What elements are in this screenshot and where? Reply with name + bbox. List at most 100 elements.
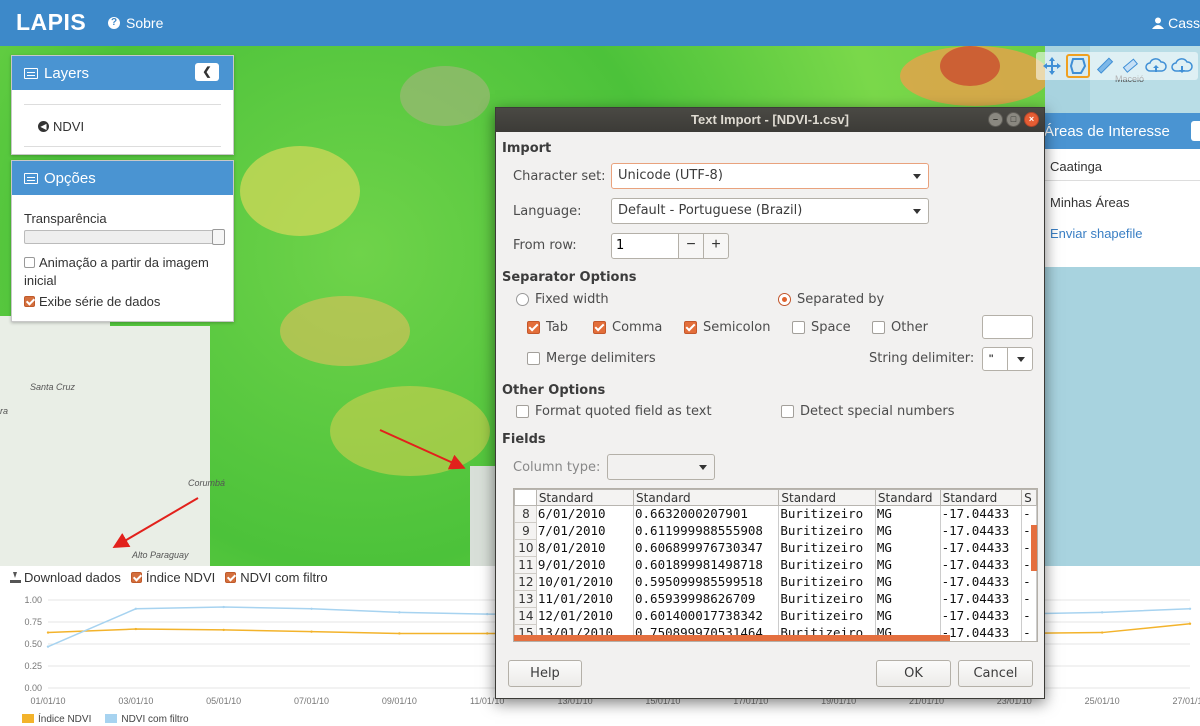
fixed-width-label[interactable]: Fixed width <box>535 292 609 307</box>
table-cell[interactable]: - <box>1021 607 1037 625</box>
table-row[interactable]: 11 9/01/2010 0.601899981498718 Buritizeiro M… <box>514 556 1037 574</box>
column-header[interactable]: Standard <box>939 489 1023 506</box>
row-number[interactable]: 13 <box>514 590 537 608</box>
table-row[interactable]: 13 11/01/2010 0.65939998626709 Buritizeiro M… <box>514 590 1037 608</box>
ndvi-index-toggle[interactable]: Índice NDVI <box>130 570 215 585</box>
table-cell[interactable]: MG <box>875 590 941 608</box>
table-cell[interactable]: - <box>1021 624 1037 641</box>
column-header[interactable]: Standard <box>778 489 876 506</box>
row-number[interactable]: 12 <box>514 573 537 591</box>
row-number[interactable]: 9 <box>514 522 537 540</box>
table-cell[interactable]: 7/01/2010 <box>536 522 635 540</box>
table-cell[interactable]: Buritizeiro <box>778 505 876 523</box>
series-checkbox[interactable] <box>24 296 35 307</box>
data-point[interactable] <box>486 612 489 616</box>
detect-special-checkbox[interactable] <box>781 405 794 418</box>
table-cell[interactable]: 11/01/2010 <box>536 590 635 608</box>
legend-ndvi-index[interactable]: Índice NDVI <box>22 714 91 725</box>
space-checkbox[interactable] <box>792 321 805 334</box>
collapse-layers-button[interactable]: ❮ <box>195 63 219 81</box>
table-cell[interactable]: MG <box>875 505 941 523</box>
area-select[interactable]: Caatinga <box>1040 153 1200 181</box>
close-button[interactable]: × <box>1024 112 1039 127</box>
about-link[interactable]: ? Sobre <box>108 15 163 31</box>
column-header[interactable]: Standard <box>535 489 635 506</box>
table-cell[interactable]: MG <box>875 522 941 540</box>
fixed-width-radio[interactable] <box>516 293 529 306</box>
table-cell[interactable]: 8/01/2010 <box>536 539 635 557</box>
data-point[interactable] <box>310 607 313 610</box>
data-point[interactable] <box>46 631 50 634</box>
separated-by-label[interactable]: Separated by <box>797 292 884 307</box>
table-cell[interactable]: -17.04433 <box>940 505 1023 523</box>
help-button[interactable]: Help <box>508 660 582 687</box>
data-point[interactable] <box>1100 631 1104 634</box>
data-point[interactable] <box>134 607 138 610</box>
table-row[interactable]: 10 8/01/2010 0.606899976730347 Buritizeiro M… <box>514 539 1037 557</box>
minimize-button[interactable]: – <box>988 112 1003 127</box>
data-point[interactable] <box>222 605 225 609</box>
from-row-input[interactable]: 1 <box>611 233 679 259</box>
semicolon-checkbox[interactable] <box>684 321 697 334</box>
table-cell[interactable]: MG <box>875 556 941 574</box>
format-quoted-label[interactable]: Format quoted field as text <box>535 404 712 419</box>
areas-toggle-button[interactable] <box>1191 121 1200 141</box>
table-cell[interactable]: Buritizeiro <box>778 556 876 574</box>
comma-checkbox[interactable] <box>593 321 606 334</box>
table-cell[interactable]: 0.601899981498718 <box>633 556 780 574</box>
pan-tool[interactable] <box>1040 54 1064 78</box>
ok-button[interactable]: OK <box>876 660 951 687</box>
table-cell[interactable]: - <box>1021 573 1037 591</box>
line-tool[interactable] <box>1092 54 1116 78</box>
maximize-button[interactable]: □ <box>1006 112 1021 127</box>
table-cell[interactable]: 10/01/2010 <box>536 573 635 591</box>
semicolon-label[interactable]: Semicolon <box>703 320 770 335</box>
data-point[interactable] <box>486 632 489 635</box>
table-cell[interactable]: Buritizeiro <box>778 522 876 540</box>
other-label[interactable]: Other <box>891 320 928 335</box>
horizontal-scrollbar[interactable] <box>514 635 950 641</box>
table-cell[interactable]: -17.04433 <box>940 624 1023 641</box>
table-cell[interactable]: -17.04433 <box>940 539 1023 557</box>
tab-label[interactable]: Tab <box>546 320 568 335</box>
table-cell[interactable]: 9/01/2010 <box>536 556 635 574</box>
format-quoted-checkbox[interactable] <box>516 405 529 418</box>
tab-checkbox[interactable] <box>527 321 540 334</box>
download-data-button[interactable]: Download dados <box>10 570 121 585</box>
series-option[interactable]: Exibe série de dados <box>24 294 221 309</box>
data-point[interactable] <box>398 611 401 614</box>
separated-by-radio[interactable] <box>778 293 791 306</box>
table-cell[interactable]: 0.611999988555908 <box>633 522 780 540</box>
table-cell[interactable]: 0.65939998626709 <box>633 590 780 608</box>
table-row[interactable]: 9 7/01/2010 0.611999988555908 Buritizeiro MG… <box>514 522 1037 540</box>
decrement-button[interactable]: − <box>678 233 704 259</box>
string-delimiter-select[interactable]: " <box>982 347 1033 371</box>
table-cell[interactable]: Buritizeiro <box>778 607 876 625</box>
row-number[interactable]: 11 <box>514 556 537 574</box>
cancel-button[interactable]: Cancel <box>958 660 1033 687</box>
upload-tool[interactable] <box>1144 54 1168 78</box>
download-tool[interactable] <box>1170 54 1194 78</box>
user-menu[interactable]: Cass <box>1152 15 1200 31</box>
app-brand[interactable]: LAPIS <box>16 9 86 36</box>
eraser-tool[interactable] <box>1118 54 1142 78</box>
space-label[interactable]: Space <box>811 320 851 335</box>
row-number[interactable]: 8 <box>514 505 537 523</box>
column-header[interactable]: Standard <box>632 489 780 506</box>
column-header[interactable]: Standard <box>874 489 941 506</box>
table-cell[interactable]: 0.606899976730347 <box>633 539 780 557</box>
row-number[interactable]: 10 <box>514 539 537 557</box>
table-cell[interactable]: - <box>1021 505 1037 523</box>
data-point[interactable] <box>1188 607 1192 610</box>
data-point[interactable] <box>134 627 138 631</box>
table-row[interactable]: 14 12/01/2010 0.601400017738342 Buritizeiro… <box>514 607 1037 625</box>
table-cell[interactable]: 12/01/2010 <box>536 607 635 625</box>
slider-thumb[interactable] <box>212 229 225 245</box>
table-cell[interactable]: Buritizeiro <box>778 590 876 608</box>
column-type-select[interactable] <box>607 454 715 480</box>
table-cell[interactable]: - <box>1021 590 1037 608</box>
table-cell[interactable]: 0.601400017738342 <box>633 607 780 625</box>
table-row[interactable]: 12 10/01/2010 0.595099985599518 Buritizeiro… <box>514 573 1037 591</box>
send-shapefile-link[interactable]: Enviar shapefile <box>1040 226 1200 241</box>
dialog-titlebar[interactable]: Text Import - [NDVI-1.csv] – □ × <box>496 108 1044 132</box>
